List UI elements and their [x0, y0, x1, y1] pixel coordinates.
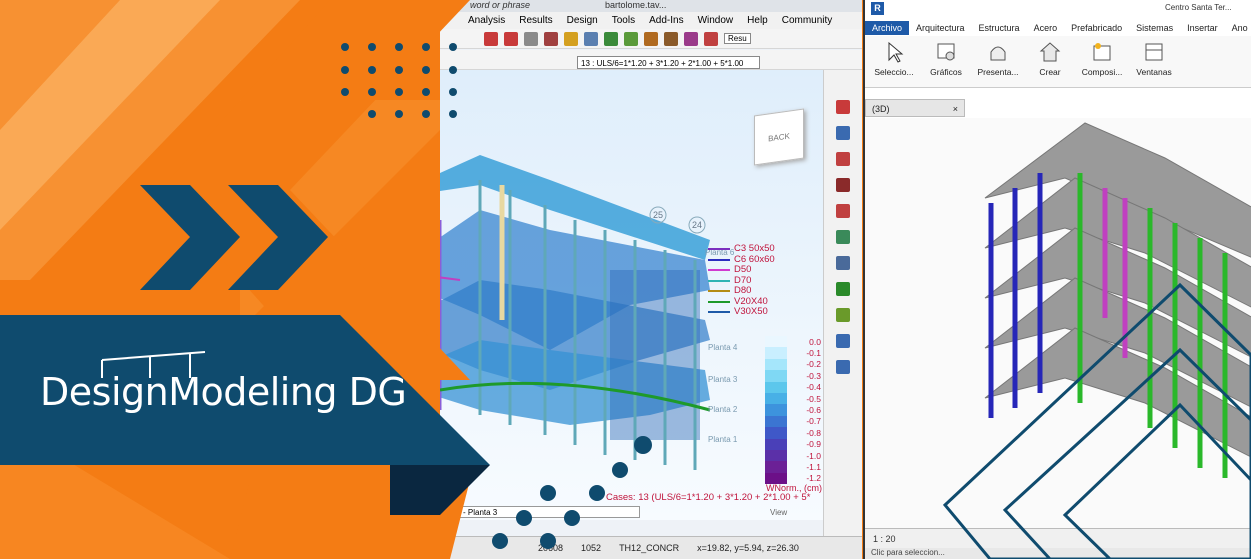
diamond-outlines	[942, 282, 1251, 559]
brand-name: DesignModeling DG	[40, 370, 407, 414]
brand-overlay	[0, 0, 1251, 559]
